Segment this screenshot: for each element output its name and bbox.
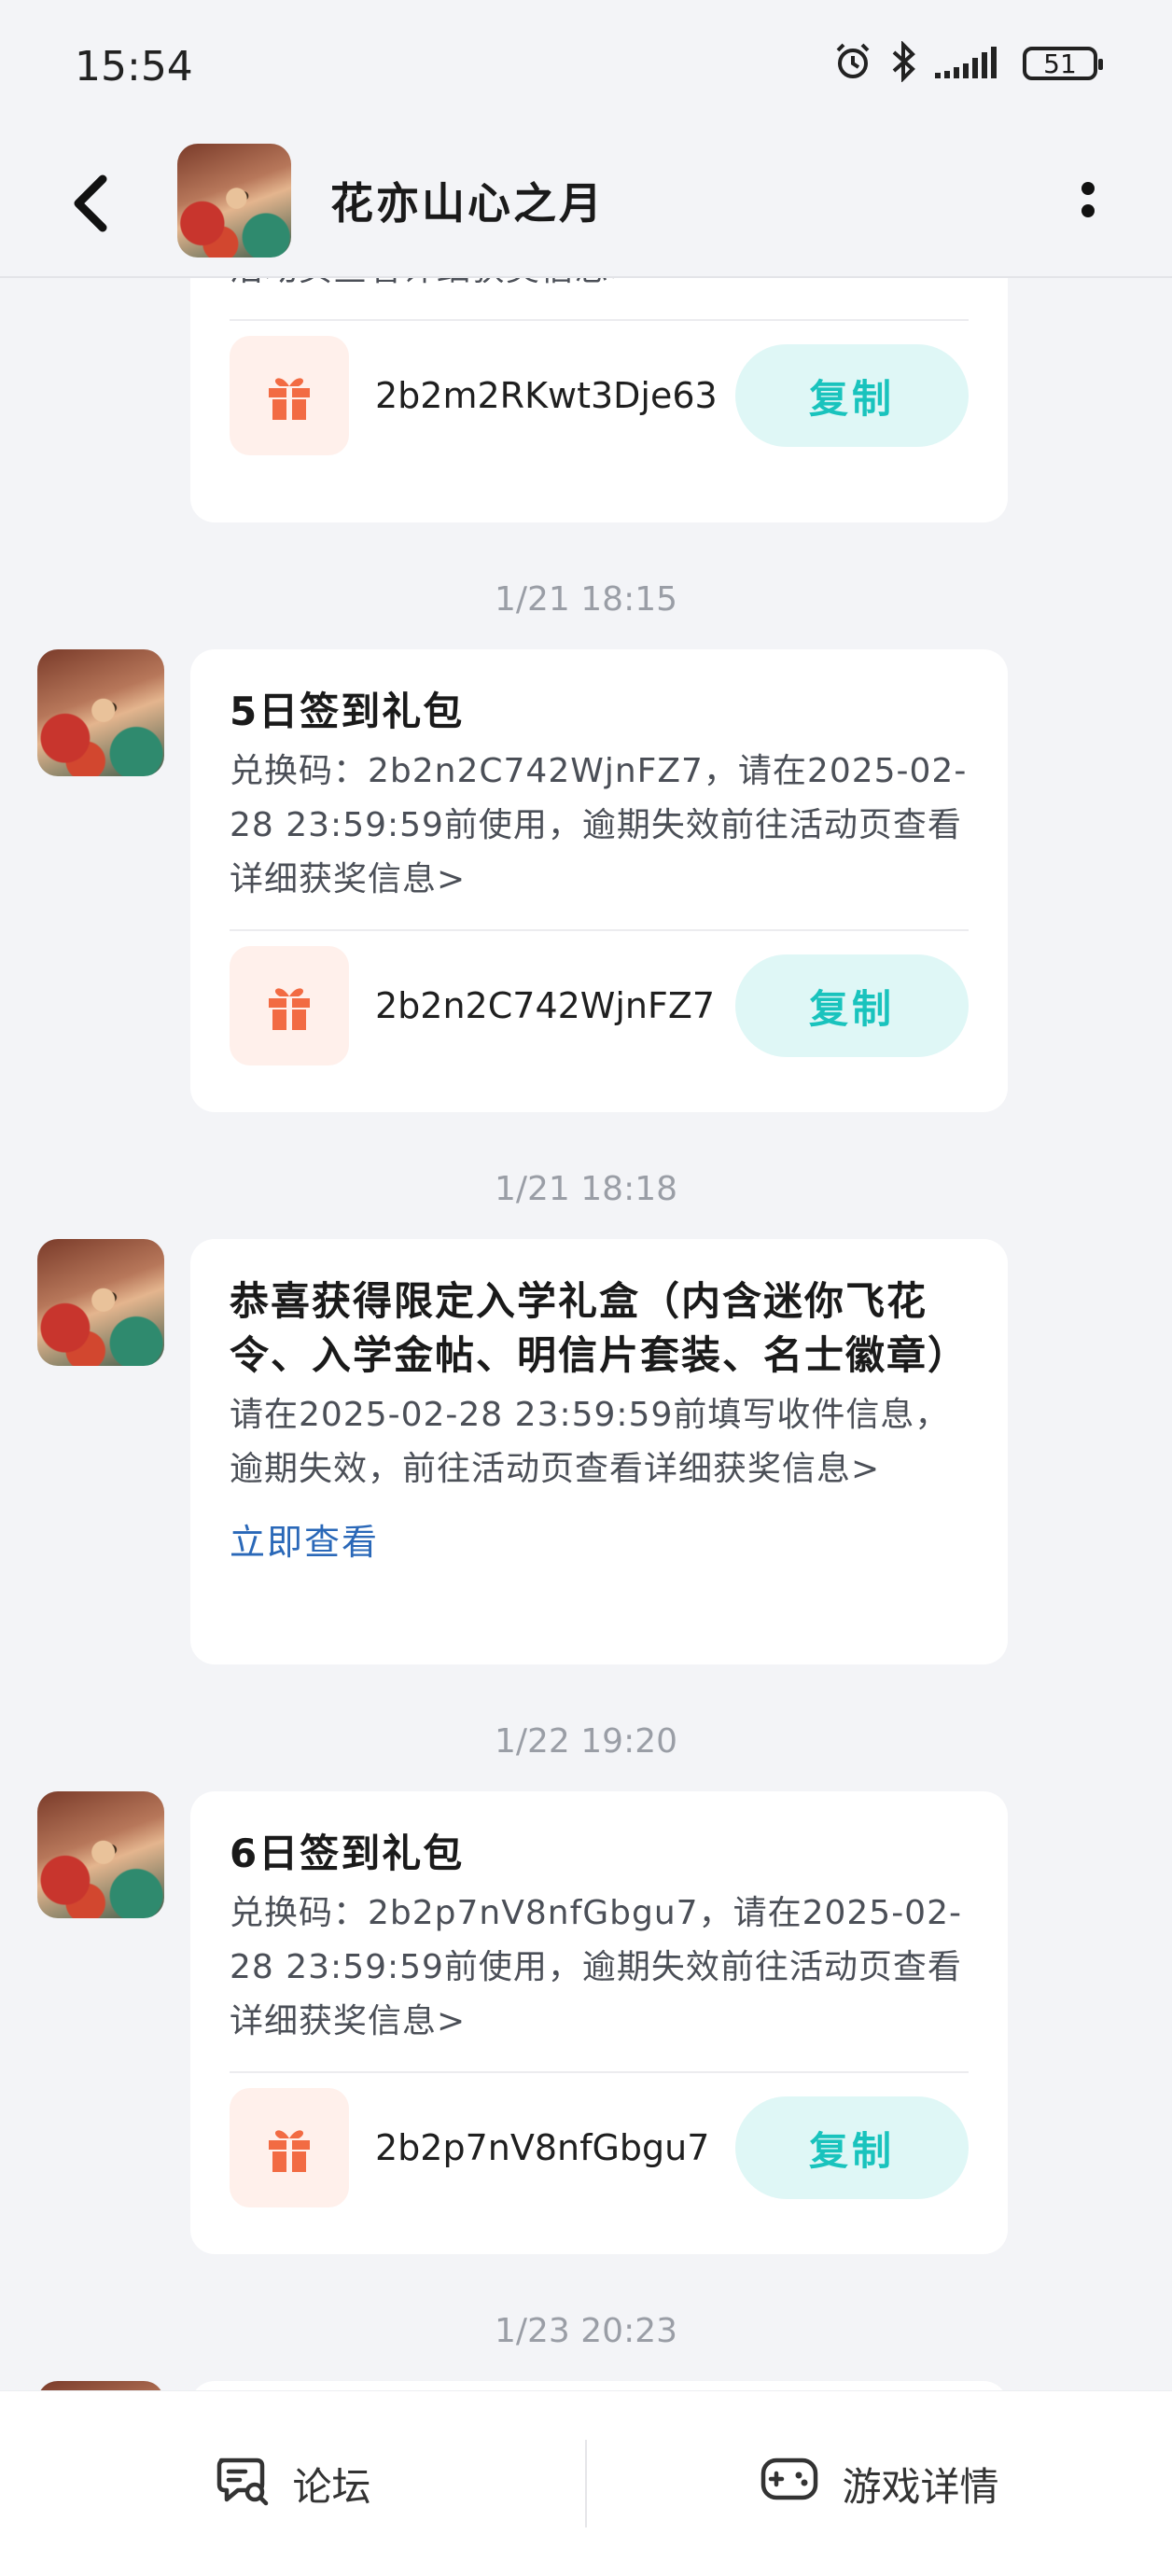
timestamp: 1/21 18:15 bbox=[494, 580, 678, 619]
status-bar: 15:54 51 bbox=[0, 0, 1172, 138]
header-avatar[interactable] bbox=[177, 144, 291, 258]
message-body: 请在2025-02-28 23:59:59前填写收件信息，逾期失效，前往活动页查… bbox=[230, 1396, 950, 1488]
timestamp: 1/22 19:20 bbox=[494, 1722, 678, 1761]
timestamp: 1/21 18:18 bbox=[494, 1170, 678, 1208]
battery-icon: 51 bbox=[1023, 47, 1103, 80]
gift-icon bbox=[230, 2088, 349, 2207]
forum-label: 论坛 bbox=[292, 2463, 371, 2510]
copy-button[interactable]: 复制 bbox=[735, 954, 969, 1057]
timestamp: 1/23 20:23 bbox=[494, 2312, 678, 2350]
message-title: 恭喜获得限定入学礼盒（内含迷你飞花令、入学金帖、明信片套装、名士徽章） bbox=[230, 1278, 970, 1378]
message-card: 6日签到礼包 兑换码：2b2p7nV8nfGbgu7，请在2025-02-28 … bbox=[190, 1791, 1008, 2254]
battery-level: 51 bbox=[1043, 48, 1077, 79]
message-card: 恭喜获得限定入学礼盒（内含迷你飞花令、入学金帖、明信片套装、名士徽章） 请在20… bbox=[190, 1239, 1008, 1664]
nav-game-details[interactable]: 游戏详情 bbox=[587, 2391, 1172, 2576]
message-title: 6日签到礼包 bbox=[230, 1831, 465, 1876]
message-card: 5日签到礼包 兑换码：2b2n2C742WjnFZ7，请在2025-02-28 … bbox=[190, 649, 1008, 1112]
avatar[interactable] bbox=[37, 1791, 164, 1918]
chat-header: 花亦山心之月 bbox=[0, 138, 1172, 278]
message-feed[interactable]: 活动页查看详细获奖信息> 2b2m2RKwt3Dje63 复制 1/21 18:… bbox=[0, 0, 1172, 2575]
code-row: 2b2n2C742WjnFZ7 复制 bbox=[230, 931, 969, 1080]
avatar[interactable] bbox=[37, 649, 164, 776]
page-title: 花亦山心之月 bbox=[330, 178, 605, 229]
message-body: 兑换码：2b2n2C742WjnFZ7，请在2025-02-28 23:59:5… bbox=[230, 752, 968, 898]
status-icons: 51 bbox=[832, 40, 1103, 86]
gamepad-icon bbox=[760, 2455, 819, 2513]
bottom-nav: 论坛 游戏详情 bbox=[0, 2390, 1172, 2576]
alarm-icon bbox=[832, 41, 873, 86]
more-options-icon[interactable] bbox=[1069, 174, 1107, 230]
back-button[interactable] bbox=[56, 166, 131, 241]
redeem-code: 2b2n2C742WjnFZ7 bbox=[375, 985, 716, 1026]
message-title: 5日签到礼包 bbox=[230, 689, 465, 734]
signal-icon bbox=[935, 43, 1006, 84]
gift-icon bbox=[230, 336, 349, 455]
code-row: 2b2m2RKwt3Dje63 复制 bbox=[230, 321, 969, 470]
status-time: 15:54 bbox=[75, 43, 193, 91]
game-detail-label: 游戏详情 bbox=[842, 2463, 999, 2510]
view-now-link[interactable]: 立即查看 bbox=[230, 1513, 969, 1565]
redeem-code: 2b2p7nV8nfGbgu7 bbox=[375, 2127, 710, 2168]
copy-button[interactable]: 复制 bbox=[735, 2096, 969, 2199]
forum-icon bbox=[214, 2451, 270, 2516]
nav-forum[interactable]: 论坛 bbox=[0, 2391, 585, 2576]
gift-icon bbox=[230, 946, 349, 1065]
bluetooth-icon bbox=[890, 40, 918, 86]
copy-button[interactable]: 复制 bbox=[735, 344, 969, 447]
code-row: 2b2p7nV8nfGbgu7 复制 bbox=[230, 2073, 969, 2222]
avatar[interactable] bbox=[37, 1239, 164, 1366]
redeem-code: 2b2m2RKwt3Dje63 bbox=[375, 375, 718, 416]
message-body: 兑换码：2b2p7nV8nfGbgu7，请在2025-02-28 23:59:5… bbox=[230, 1894, 962, 2040]
